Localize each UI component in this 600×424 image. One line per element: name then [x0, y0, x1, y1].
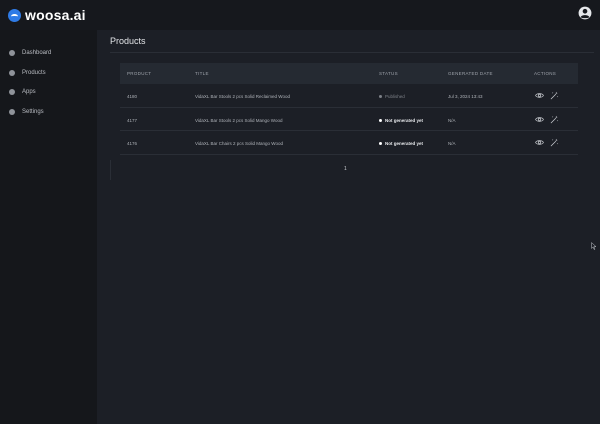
divider — [110, 52, 594, 53]
table-row[interactable]: 4176 VidaXL Bar Chairs 2 pcs Solid Mango… — [120, 131, 578, 155]
logo[interactable]: woosa.ai — [8, 7, 86, 23]
product-title: VidaXL Bar Stools 2 pcs Solid Mango Wood — [195, 117, 283, 123]
pagination-current-page[interactable]: 1 — [344, 166, 347, 172]
main-content: Products PRODUCT TITLE STATUS GENERATED … — [97, 30, 600, 424]
product-id: 4180 — [127, 94, 138, 99]
status-label: Published — [385, 94, 405, 99]
magic-wand-icon[interactable] — [550, 91, 559, 100]
status-badge: Not generated yet — [379, 141, 423, 146]
status-dot-icon — [379, 95, 382, 98]
magic-wand-icon[interactable] — [550, 115, 559, 124]
status-label: Not generated yet — [385, 117, 424, 123]
sidebar-item-label: Products — [22, 70, 46, 76]
sidebar: Dashboard Products Apps Settings — [0, 30, 97, 424]
view-eye-icon[interactable] — [535, 91, 544, 100]
sidebar-item-dashboard[interactable]: Dashboard — [9, 50, 51, 56]
table-header: PRODUCT TITLE STATUS GENERATED DATE ACTI… — [120, 63, 578, 84]
column-header-product[interactable]: PRODUCT — [127, 71, 151, 76]
settings-icon — [9, 109, 15, 115]
sidebar-item-products[interactable]: Products — [9, 70, 46, 76]
product-title: VidaXL Bar Chairs 2 pcs Solid Mango Wood — [195, 141, 283, 146]
sidebar-item-label: Apps — [22, 89, 36, 95]
product-title: VidaXL Bar Stools 2 pcs Solid Reclaimed … — [195, 94, 290, 99]
status-dot-icon — [379, 118, 382, 122]
sidebar-item-label: Dashboard — [22, 50, 52, 56]
logo-icon — [8, 8, 21, 22]
products-table: PRODUCT TITLE STATUS GENERATED DATE ACTI… — [120, 63, 578, 155]
table-row[interactable]: 4177 VidaXL Bar Stools 2 pcs Solid Mango… — [120, 108, 578, 131]
generated-date: Jul 3, 2024 13:43 — [448, 94, 483, 99]
magic-wand-icon[interactable] — [550, 138, 559, 147]
status-badge: Not generated yet — [379, 118, 423, 123]
table-row[interactable]: 4180 VidaXL Bar Stools 2 pcs Solid Recla… — [120, 84, 578, 108]
product-id: 4176 — [127, 141, 138, 146]
divider — [110, 160, 111, 180]
column-header-title[interactable]: TITLE — [195, 71, 209, 76]
status-badge: Published — [379, 94, 405, 99]
sidebar-item-label: Settings — [22, 109, 44, 115]
status-dot-icon — [379, 142, 382, 145]
view-eye-icon[interactable] — [535, 115, 544, 124]
page-title: Products — [110, 36, 146, 46]
user-avatar-icon[interactable] — [578, 6, 592, 20]
apps-icon — [9, 89, 15, 95]
status-label: Not generated yet — [385, 141, 424, 146]
mouse-cursor-icon — [591, 242, 597, 250]
products-icon — [9, 70, 15, 76]
generated-date: N/A — [448, 117, 456, 123]
dashboard-icon — [9, 50, 15, 56]
column-header-generated-date[interactable]: GENERATED DATE — [448, 71, 493, 76]
column-header-status[interactable]: STATUS — [379, 71, 398, 76]
generated-date: N/A — [448, 141, 456, 146]
sidebar-item-apps[interactable]: Apps — [9, 89, 36, 95]
top-bar: woosa.ai — [0, 0, 600, 30]
view-eye-icon[interactable] — [535, 138, 544, 147]
product-id: 4177 — [127, 117, 138, 123]
logo-text: woosa.ai — [25, 7, 86, 23]
column-header-actions: ACTIONS — [534, 71, 557, 76]
sidebar-item-settings[interactable]: Settings — [9, 109, 44, 115]
